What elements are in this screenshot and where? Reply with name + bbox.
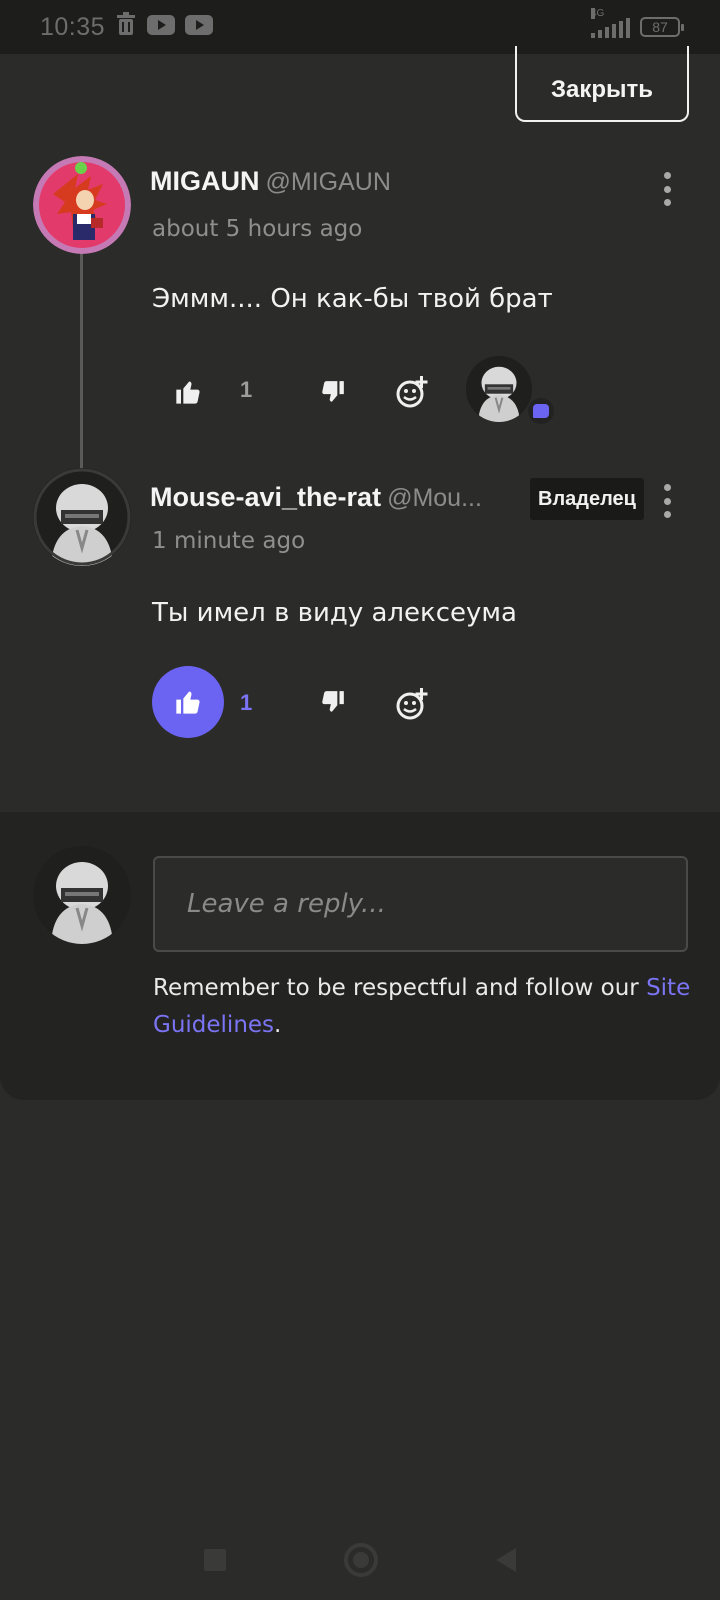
recents-icon[interactable] (204, 1549, 226, 1571)
like-count: 1 (240, 377, 253, 402)
author-handle: @MIGAUN (265, 168, 391, 196)
reply-input[interactable] (153, 856, 688, 952)
guidelines-end: . (274, 1012, 282, 1038)
current-user-avatar[interactable] (33, 846, 131, 944)
close-button[interactable]: Закрыть (515, 46, 689, 122)
add-reaction-icon[interactable] (390, 370, 434, 414)
trash-icon (115, 12, 137, 42)
more-vertical-icon[interactable] (661, 172, 673, 206)
youtube-icon (147, 13, 176, 41)
battery-icon: 87 (640, 17, 684, 37)
back-icon[interactable] (496, 1548, 516, 1572)
author-handle: @Mou... (387, 484, 482, 512)
like-count: 1 (240, 690, 253, 715)
comment-author[interactable]: MIGAUN @MIGAUN (150, 166, 391, 197)
author-name[interactable]: Mouse-avi_the-rat (150, 482, 381, 512)
guidelines-note: Remember to be respectful and follow our… (153, 970, 693, 1044)
avatar-mouse-avi[interactable] (33, 468, 131, 566)
reply-indicator-icon (528, 398, 554, 424)
home-icon[interactable] (344, 1543, 378, 1577)
avatar-migaun[interactable] (33, 156, 131, 254)
battery-level: 87 (652, 19, 668, 35)
comment-text: Ты имел в виду алексеума (152, 598, 517, 628)
thumbs-up-icon[interactable] (168, 372, 208, 412)
comment-author[interactable]: Mouse-avi_the-rat @Mou... (150, 482, 482, 513)
thumbs-down-icon[interactable] (313, 682, 353, 722)
system-nav-bar (0, 1520, 720, 1600)
comment-timestamp[interactable]: 1 minute ago (152, 528, 305, 554)
thumbs-down-icon[interactable] (313, 372, 353, 412)
more-vertical-icon[interactable] (661, 484, 673, 518)
status-time: 10:35 (40, 12, 106, 41)
replier-avatar[interactable] (466, 356, 532, 422)
comment-text: Эммм.... Он как-бы твой брат (152, 284, 553, 314)
thread-line (80, 252, 83, 472)
comment-timestamp[interactable]: about 5 hours ago (152, 216, 362, 242)
signal-icon: 4G (591, 8, 630, 38)
owner-badge: Владелец (530, 478, 644, 520)
youtube-icon (185, 13, 214, 41)
guidelines-text: Remember to be respectful and follow our (153, 975, 647, 1001)
author-name[interactable]: MIGAUN (150, 166, 260, 196)
thumbs-up-icon[interactable] (152, 666, 224, 738)
reply-input-field[interactable] (187, 889, 654, 919)
add-reaction-icon[interactable] (390, 682, 434, 726)
